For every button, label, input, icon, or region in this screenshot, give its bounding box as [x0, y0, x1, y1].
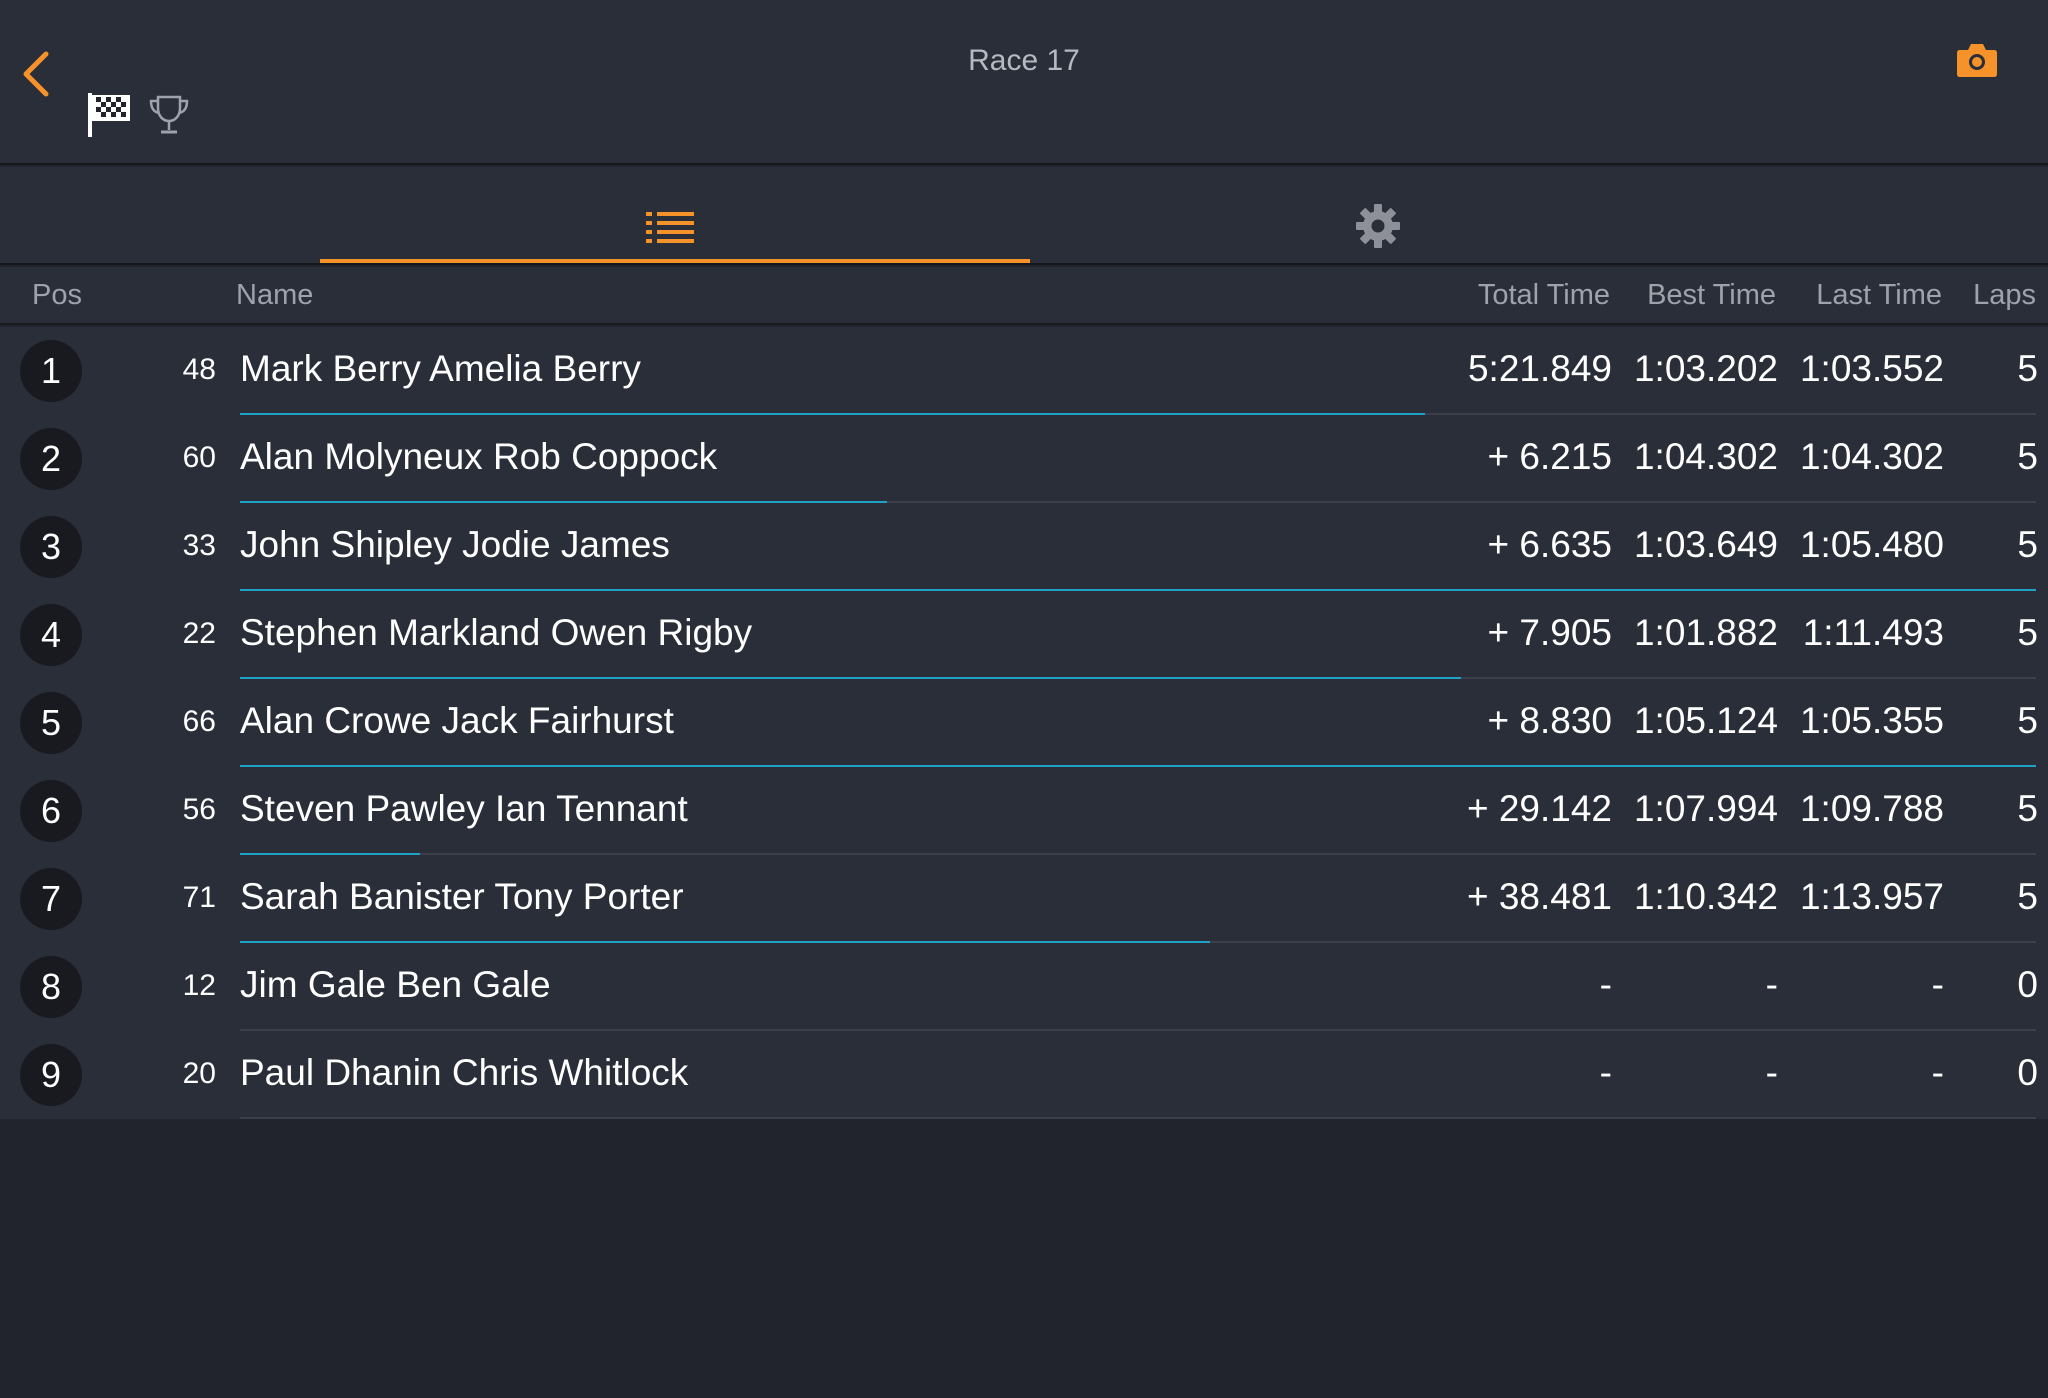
total-time: + 6.635 [1487, 524, 1612, 565]
total-time: - [1599, 964, 1612, 1005]
driver-names: Steven Pawley Ian Tennant [240, 788, 688, 829]
tab-results-list[interactable] [320, 167, 1030, 265]
best-time: 1:04.302 [1633, 436, 1778, 477]
best-time: 1:07.994 [1633, 788, 1778, 829]
kart-number: 48 [182, 353, 216, 386]
header-bar: Race 17 [0, 0, 2048, 165]
position-badge: 1 [20, 340, 82, 402]
laps-count: 5 [2017, 436, 2038, 477]
position-badge: 4 [20, 604, 82, 666]
kart-number: 71 [182, 881, 216, 914]
best-time: 1:05.124 [1633, 700, 1778, 741]
gear-icon [1356, 204, 1400, 248]
position-badge: 6 [20, 780, 82, 842]
kart-number: 12 [182, 969, 216, 1002]
laps-count: 0 [2017, 1052, 2038, 1093]
total-time: + 7.905 [1487, 612, 1612, 653]
laps-count: 5 [2017, 788, 2038, 829]
view-tabs [0, 167, 2048, 265]
driver-names: Alan Molyneux Rob Coppock [240, 436, 718, 477]
last-time: 1:05.355 [1799, 700, 1944, 741]
total-time: - [1599, 1052, 1612, 1093]
table-row[interactable]: 7 71 Sarah Banister Tony Porter + 38.481 1:1… [0, 855, 2048, 943]
column-header-name[interactable]: Name [236, 279, 313, 312]
table-row[interactable]: 8 12 Jim Gale Ben Gale - - - 0 [0, 943, 2048, 1031]
table-row[interactable]: 9 20 Paul Dhanin Chris Whitlock - - - 0 [0, 1031, 2048, 1119]
best-time: 1:03.649 [1633, 524, 1778, 565]
driver-names: Sarah Banister Tony Porter [240, 876, 684, 917]
last-time: 1:13.957 [1799, 876, 1944, 917]
position-badge: 5 [20, 692, 82, 754]
position-badge: 7 [20, 868, 82, 930]
last-time: 1:03.552 [1799, 348, 1944, 389]
kart-number: 66 [182, 705, 216, 738]
last-time: 1:09.788 [1799, 788, 1944, 829]
total-time: + 8.830 [1487, 700, 1612, 741]
laps-count: 0 [2017, 964, 2038, 1005]
driver-names: John Shipley Jodie James [240, 524, 670, 565]
column-header-pos[interactable]: Pos [32, 279, 82, 312]
position-badge: 2 [20, 428, 82, 490]
last-time: 1:05.480 [1799, 524, 1944, 565]
best-time: 1:03.202 [1633, 348, 1778, 389]
results-table: 1 48 Mark Berry Amelia Berry 5:21.849 1:03.2… [0, 327, 2048, 1119]
position-badge: 3 [20, 516, 82, 578]
table-row[interactable]: 5 66 Alan Crowe Jack Fairhurst + 8.830 1:05.… [0, 679, 2048, 767]
column-header-laps[interactable]: Laps [1973, 279, 2036, 312]
last-time: 1:04.302 [1799, 436, 1944, 477]
laps-count: 5 [2017, 700, 2038, 741]
kart-number: 56 [182, 793, 216, 826]
best-time: - [1765, 1052, 1778, 1093]
total-time: + 38.481 [1466, 876, 1612, 917]
kart-number: 60 [182, 441, 216, 474]
column-header-last-time[interactable]: Last Time [1816, 279, 1942, 312]
best-time: - [1765, 964, 1778, 1005]
driver-names: Paul Dhanin Chris Whitlock [240, 1052, 689, 1093]
column-header-total-time[interactable]: Total Time [1478, 279, 1610, 312]
column-header-best-time[interactable]: Best Time [1647, 279, 1776, 312]
best-time: 1:01.882 [1633, 612, 1778, 653]
total-time: + 29.142 [1466, 788, 1612, 829]
driver-names: Alan Crowe Jack Fairhurst [240, 700, 674, 741]
tab-settings[interactable] [1030, 167, 1720, 265]
laps-count: 5 [2017, 348, 2038, 389]
checkered-flag-icon[interactable] [88, 93, 130, 137]
trophy-icon[interactable] [148, 94, 190, 136]
driver-names: Jim Gale Ben Gale [240, 964, 551, 1005]
laps-count: 5 [2017, 612, 2038, 653]
driver-names: Mark Berry Amelia Berry [240, 348, 641, 389]
position-badge: 9 [20, 1044, 82, 1106]
table-row[interactable]: 6 56 Steven Pawley Ian Tennant + 29.142 1:07… [0, 767, 2048, 855]
last-time: - [1931, 1052, 1944, 1093]
table-row[interactable]: 1 48 Mark Berry Amelia Berry 5:21.849 1:03.2… [0, 327, 2048, 415]
last-time: - [1931, 964, 1944, 1005]
list-icon [646, 212, 694, 243]
race-results-screen: Race 17 Pos Name Total Time Best Time La… [0, 0, 2048, 1398]
last-time: 1:11.493 [1802, 612, 1944, 653]
driver-names: Stephen Markland Owen Rigby [240, 612, 753, 653]
kart-number: 33 [182, 529, 216, 562]
table-row[interactable]: 2 60 Alan Molyneux Rob Coppock + 6.215 1:04.… [0, 415, 2048, 503]
table-row[interactable]: 3 33 John Shipley Jodie James + 6.635 1:03.6… [0, 503, 2048, 591]
camera-icon[interactable] [1956, 40, 1998, 80]
row-separator [240, 1117, 2036, 1119]
total-time: + 6.215 [1487, 436, 1612, 477]
best-time: 1:10.342 [1633, 876, 1778, 917]
kart-number: 22 [182, 617, 216, 650]
page-title: Race 17 [968, 44, 1080, 77]
position-badge: 8 [20, 956, 82, 1018]
kart-number: 20 [182, 1057, 216, 1090]
table-row[interactable]: 4 22 Stephen Markland Owen Rigby + 7.905 1:0… [0, 591, 2048, 679]
total-time: 5:21.849 [1467, 348, 1612, 389]
laps-count: 5 [2017, 524, 2038, 565]
table-header: Pos Name Total Time Best Time Last Time … [0, 267, 2048, 325]
laps-count: 5 [2017, 876, 2038, 917]
